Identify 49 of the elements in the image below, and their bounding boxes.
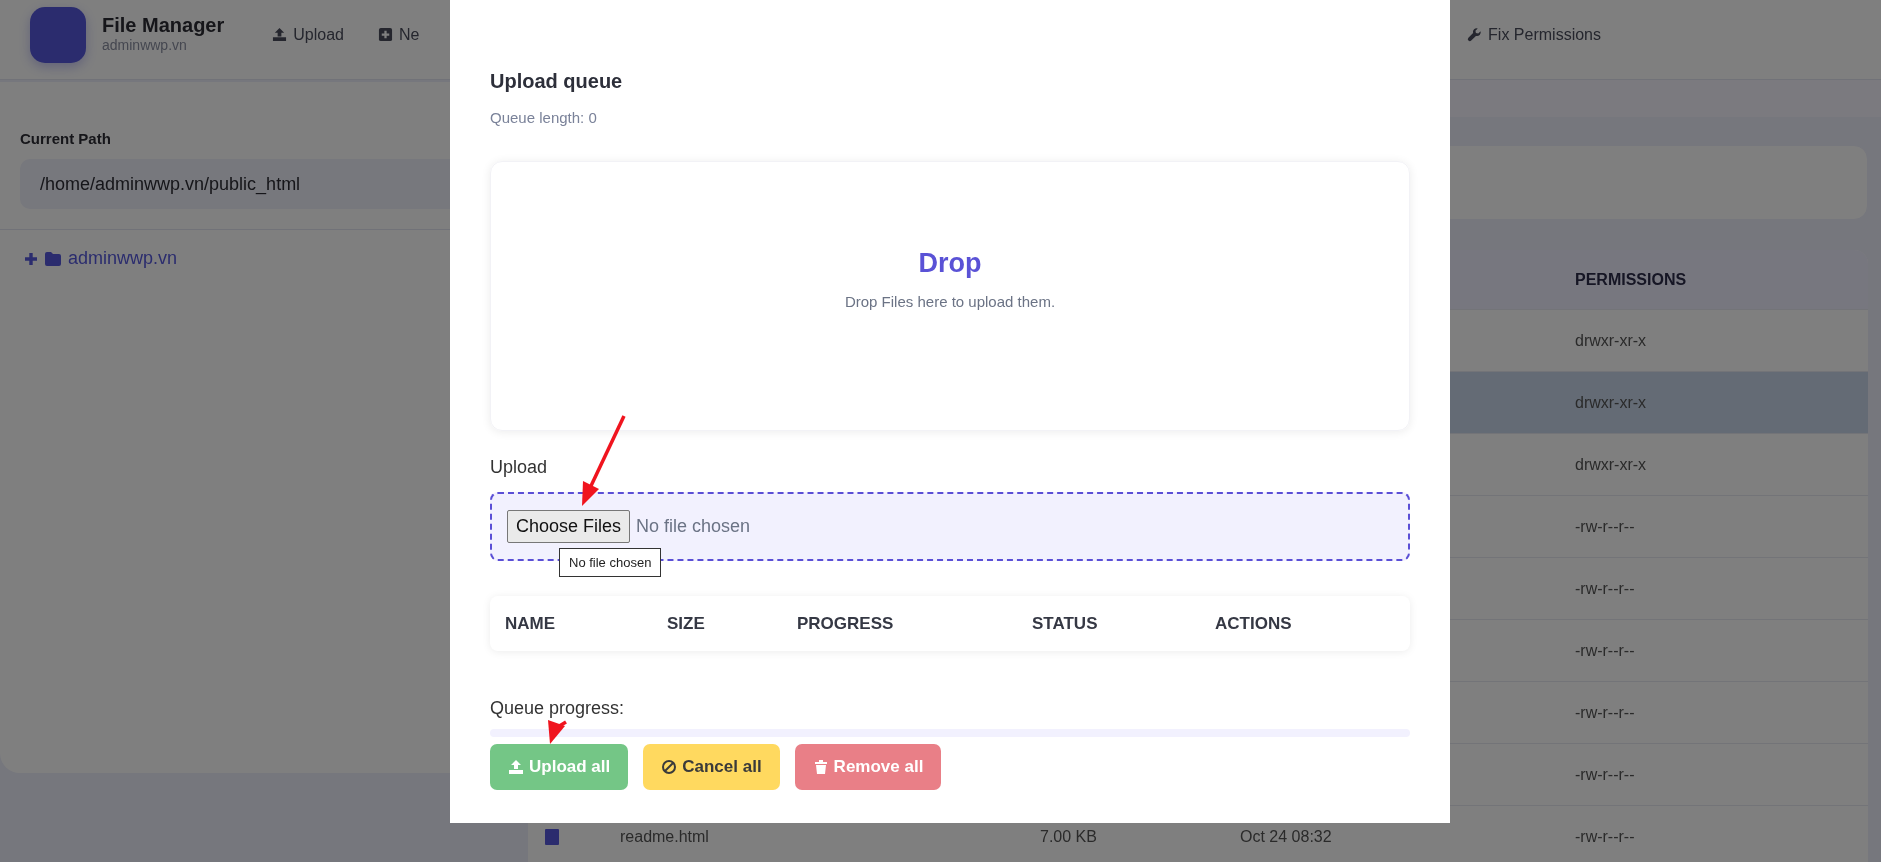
table-cell-text: 7.00 KB [1040,827,1098,846]
column-header: ACTIONS [1215,613,1293,634]
table-cell-text: -rw-r--r-- [1575,765,1636,784]
tooltip: No file chosen [559,548,662,577]
column-header: NAME [505,613,557,634]
toolbar-button[interactable]: Fix Permissions [1467,25,1601,44]
table-cell-text: -rw-r--r-- [1575,517,1636,536]
trash-icon [812,759,829,775]
remove-all-button[interactable]: Remove all [794,744,942,790]
app-title: File Manager [102,14,225,37]
table-cell-text: drwxr-xr-x [1575,331,1648,350]
app-logo [30,6,86,63]
drop-hint: Drop Files here to upload them. [844,293,1056,310]
tree-item[interactable]: adminwwp.vn [68,248,178,269]
cancel-all-button[interactable]: Cancel all [643,744,780,790]
toolbar-button[interactable]: Ne [377,25,420,44]
drop-title: Drop [918,248,982,279]
ban-icon [661,759,678,775]
file-icon [545,828,559,845]
field-label: Upload [490,457,549,478]
column-header: SIZE [667,613,706,634]
folder-icon [44,250,62,267]
path-label: Current Path [20,130,112,147]
plus-square-icon [377,27,393,42]
upload-icon [272,27,288,42]
app-subtitle: adminwwp.vn [102,37,188,53]
table-cell-text: -rw-r--r-- [1575,703,1636,722]
column-header: PERMISSIONS [1575,270,1688,289]
upload-all-button[interactable]: Upload all [490,744,629,790]
table-cell-text: -rw-r--r-- [1575,579,1636,598]
upload-icon [508,759,524,775]
column-header: PROGRESS [797,613,895,634]
table-cell-text: -rw-r--r-- [1575,827,1636,846]
annotation-arrow [548,720,567,744]
table-cell-text: drwxr-xr-x [1575,455,1648,474]
progress-label: Queue progress: [490,698,626,719]
drop-zone[interactable]: Drop Drop Files here to upload them. [490,161,1410,431]
file-input-value: No file chosen [636,516,751,537]
table-cell-text: drwxr-xr-x [1575,393,1648,412]
table-cell-text: -rw-r--r-- [1575,641,1636,660]
dialog-title: Upload queue [490,70,624,93]
wrench-icon [1467,27,1483,42]
table-cell-text: readme.html [620,827,710,846]
column-header: STATUS [1032,613,1099,634]
choose-files-button[interactable]: Choose Files [507,510,631,543]
table-cell-text: Oct 24 08:32 [1240,827,1333,846]
queue-length: Queue length: 0 [490,109,598,126]
plus-icon[interactable] [24,251,38,266]
toolbar-button[interactable]: Upload [272,25,344,44]
